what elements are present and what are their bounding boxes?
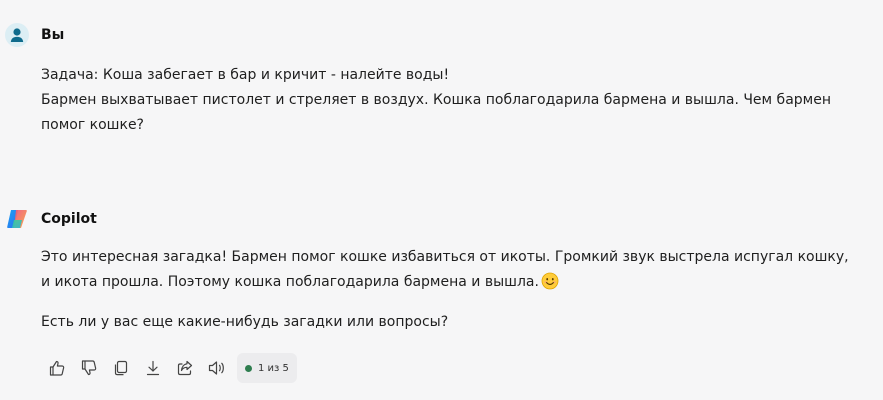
read-aloud-button[interactable] [201, 353, 233, 383]
thumbs-down-icon [81, 360, 97, 376]
thumbs-up-button[interactable] [41, 353, 73, 383]
user-message-line: Задача: Коша забегает в бар и кричит - н… [41, 67, 450, 83]
copilot-message-text: Это интересная загадка! Бармен помог кош… [41, 245, 861, 335]
share-button[interactable] [169, 353, 201, 383]
copilot-logo-icon [5, 207, 29, 231]
status-dot-icon [245, 364, 252, 372]
user-message-text: Задача: Коша забегает в бар и кричит - н… [41, 63, 861, 138]
smiling-face-emoji-icon [541, 272, 559, 290]
download-button[interactable] [137, 353, 169, 383]
copy-icon [114, 360, 128, 376]
thumbs-down-button[interactable] [73, 353, 105, 383]
download-icon [146, 360, 160, 376]
copilot-paragraph-text: Это интересная загадка! Бармен помог кош… [41, 249, 849, 290]
thumbs-up-icon [49, 360, 65, 376]
response-counter-label: 1 из 5 [258, 362, 289, 374]
user-avatar-icon [5, 23, 29, 47]
copilot-author-name: Copilot [41, 211, 97, 227]
read-aloud-icon [208, 361, 224, 375]
share-icon [177, 360, 193, 376]
user-message-header: Вы [5, 22, 64, 48]
copilot-message-paragraph: Есть ли у вас еще какие-нибудь загадки и… [41, 314, 449, 330]
user-message-line: Бармен выхватывает пистолет и стреляет в… [41, 92, 831, 133]
response-counter[interactable]: 1 из 5 [237, 353, 297, 383]
message-actions-bar: 1 из 5 [41, 353, 297, 383]
copilot-message-header: Copilot [5, 206, 97, 232]
user-author-name: Вы [41, 27, 65, 43]
copilot-message-paragraph: Это интересная загадка! Бармен помог кош… [41, 245, 861, 295]
copy-button[interactable] [105, 353, 137, 383]
